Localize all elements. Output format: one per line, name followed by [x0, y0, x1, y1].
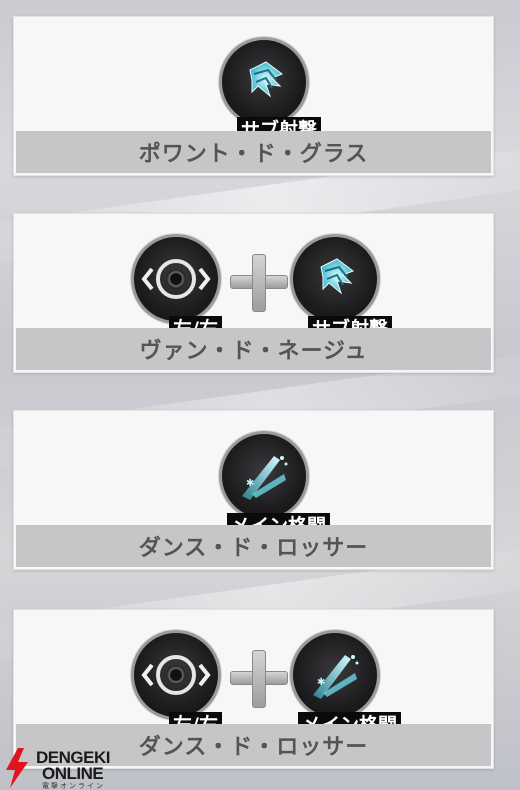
- direction-left-right-icon: 左/右: [131, 630, 222, 739]
- plus-icon: [230, 650, 288, 708]
- sub-shot-ice-icon: サブ射撃: [290, 234, 393, 343]
- combo-card-2: 左/右 サブ射撃 ヴァン・ド・ネージュ: [13, 213, 494, 373]
- svg-text:✱: ✱: [246, 478, 254, 489]
- technique-name-band: ポワント・ド・グラス: [16, 131, 491, 173]
- direction-left-right-icon: 左/右: [131, 234, 222, 343]
- technique-name: ポワント・ド・グラス: [138, 142, 369, 167]
- main-melee-ice-blade-icon: ✱ メイン格闘: [290, 630, 402, 739]
- technique-name-band: ダンス・ド・ロッサー: [16, 525, 491, 567]
- svg-text:✱: ✱: [317, 677, 325, 688]
- dengeki-online-logo: DENGEKI ONLINE 電撃オンライン: [2, 744, 132, 790]
- technique-name-band: ヴァン・ド・ネージュ: [16, 328, 491, 370]
- sub-shot-ice-icon: サブ射撃: [219, 37, 322, 144]
- technique-name: ダンス・ド・ロッサー: [138, 536, 369, 561]
- plus-icon: [230, 254, 288, 312]
- combo-card-3: ✱ メイン格闘 ダンス・ド・ロッサー: [13, 410, 494, 570]
- combo-card-1: サブ射撃 ポワント・ド・グラス: [13, 16, 494, 176]
- logo-text-line3: 電撃オンライン: [42, 782, 105, 790]
- technique-name: ダンス・ド・ロッサー: [138, 735, 369, 760]
- technique-name: ヴァン・ド・ネージュ: [139, 339, 368, 364]
- main-melee-ice-blade-icon: ✱ メイン格闘: [219, 431, 331, 540]
- lightning-bolt-icon: [6, 748, 28, 788]
